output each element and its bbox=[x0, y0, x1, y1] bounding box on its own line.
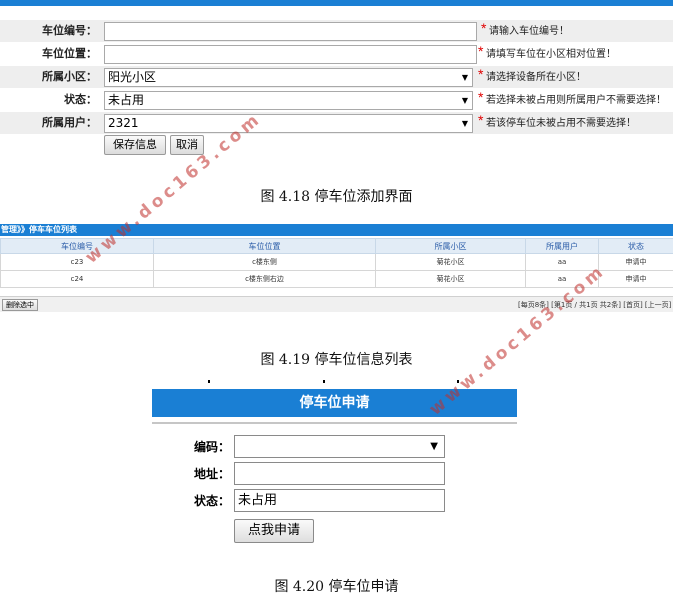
required-star: * bbox=[478, 112, 484, 128]
cancel-button[interactable]: 取消 bbox=[170, 135, 204, 155]
apply-row-status: 状态： 未占用 bbox=[150, 489, 520, 513]
chevron-down-icon: ▼ bbox=[461, 73, 468, 82]
figure-caption-4-18: 图 4.18 停车位添加界面 bbox=[260, 189, 413, 205]
community-hint: 请选择设备所在小区！ bbox=[486, 72, 586, 83]
status-select[interactable]: 未占用 ▼ bbox=[104, 91, 473, 110]
figure-caption-4-20: 图 4.20 停车位申请 bbox=[274, 579, 399, 595]
table-cell: c楼东侧 bbox=[153, 253, 376, 271]
form-row-space-location: 车位位置： * 请填写车位在小区相对位置！ bbox=[0, 43, 673, 65]
code-label: 编码： bbox=[193, 440, 230, 454]
form-row-community: 所属小区： 阳光小区 ▼ * 请选择设备所在小区！ bbox=[0, 66, 673, 88]
address-input[interactable] bbox=[234, 462, 445, 485]
column-header[interactable]: 状态 bbox=[598, 238, 673, 254]
top-accent-bar bbox=[0, 0, 673, 6]
space-location-input[interactable] bbox=[104, 45, 477, 64]
apply-status-input[interactable]: 未占用 bbox=[234, 489, 445, 512]
address-label: 地址： bbox=[193, 467, 230, 481]
space-location-hint: 请填写车位在小区相对位置！ bbox=[486, 49, 616, 60]
parking-add-form: 车位编号： * 请输入车位编号！ 车位位置： * 请填写车位在小区相对位置！ 所… bbox=[0, 0, 673, 160]
owner-value: 2321 bbox=[108, 116, 139, 130]
delete-selected-button[interactable]: 删除选中 bbox=[2, 299, 38, 311]
figure-caption-4-19: 图 4.19 停车位信息列表 bbox=[260, 352, 413, 368]
owner-select[interactable]: 2321 ▼ bbox=[104, 114, 473, 133]
space-location-label: 车位位置： bbox=[42, 47, 97, 60]
owner-label: 所属用户： bbox=[42, 116, 97, 129]
column-header[interactable]: 车位编号 bbox=[0, 238, 154, 254]
chevron-down-icon: ▼ bbox=[430, 441, 438, 452]
community-value: 阳光小区 bbox=[108, 70, 157, 84]
save-button[interactable]: 保存信息 bbox=[104, 135, 166, 155]
space-number-label: 车位编号： bbox=[42, 24, 97, 37]
table-cell: 申请中 bbox=[598, 270, 673, 288]
apply-button[interactable]: 点我申请 bbox=[234, 519, 314, 543]
table-cell: c23 bbox=[0, 253, 154, 271]
apply-status-label: 状态： bbox=[193, 494, 230, 508]
required-star: * bbox=[478, 43, 484, 59]
list-header-breadcrumb: 管理》》停车车位列表 bbox=[0, 224, 673, 236]
chevron-down-icon: ▼ bbox=[461, 96, 468, 105]
chevron-down-icon: ▼ bbox=[461, 119, 468, 128]
table-cell: 菊花小区 bbox=[375, 270, 526, 288]
required-star: * bbox=[478, 89, 484, 105]
space-number-hint: 请输入车位编号！ bbox=[489, 26, 569, 37]
status-hint: 若选择未被占用则所属用户不需要选择！ bbox=[486, 95, 666, 106]
community-select[interactable]: 阳光小区 ▼ bbox=[104, 68, 473, 87]
title-divider bbox=[152, 422, 517, 424]
status-value: 未占用 bbox=[108, 93, 145, 107]
form-row-owner: 所属用户： 2321 ▼ * 若该停车位未被占用不需要选择！ bbox=[0, 112, 673, 134]
column-header[interactable]: 所属用户 bbox=[525, 238, 599, 254]
apply-row-address: 地址： bbox=[150, 462, 520, 486]
owner-hint: 若该停车位未被占用不需要选择！ bbox=[486, 118, 636, 129]
column-header[interactable]: 车位位置 bbox=[153, 238, 376, 254]
table-cell: 申请中 bbox=[598, 253, 673, 271]
apply-row-code: 编码： ▼ bbox=[150, 435, 520, 459]
form-row-status: 状态： 未占用 ▼ * 若选择未被占用则所属用户不需要选择！ bbox=[0, 89, 673, 111]
community-label: 所属小区： bbox=[42, 70, 97, 83]
required-star: * bbox=[481, 20, 487, 36]
table-cell: c楼东侧右边 bbox=[153, 270, 376, 288]
parking-apply-form: 停车位申请 编码： ▼ 地址： 状态： 未占用 点我申请 bbox=[150, 380, 520, 550]
status-label: 状态： bbox=[64, 93, 97, 106]
table-cell: c24 bbox=[0, 270, 154, 288]
code-select[interactable]: ▼ bbox=[234, 435, 445, 458]
space-number-input[interactable] bbox=[104, 22, 477, 41]
required-star: * bbox=[478, 66, 484, 82]
column-header[interactable]: 所属小区 bbox=[375, 238, 526, 254]
table-cell: 菊花小区 bbox=[375, 253, 526, 271]
form-row-space-number: 车位编号： * 请输入车位编号！ bbox=[0, 20, 673, 42]
